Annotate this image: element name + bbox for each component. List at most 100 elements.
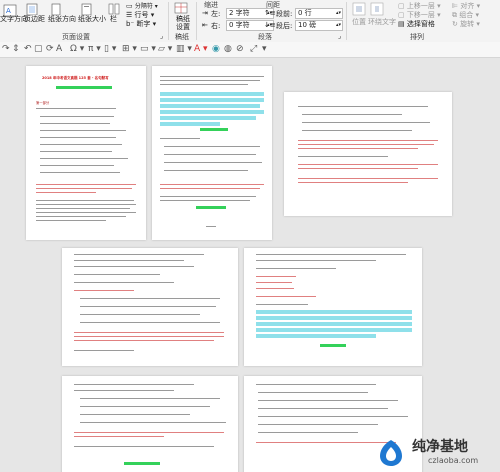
bring-forward-icon: ▢ — [398, 2, 405, 10]
section-heading: 第一部分 — [36, 101, 50, 105]
text-line — [298, 168, 418, 169]
text-line — [74, 432, 224, 433]
position-button[interactable]: 位置 — [352, 17, 366, 27]
new-document-icon[interactable]: ▢ — [34, 44, 43, 54]
text-line — [256, 288, 294, 289]
text-line — [302, 130, 412, 131]
paragraph-group-label: 段落 — [258, 33, 272, 41]
text-line — [298, 144, 434, 145]
redo-icon[interactable]: ↷ — [2, 44, 10, 54]
text-line — [302, 122, 430, 123]
text-line — [160, 200, 250, 201]
rotate-icon: ↻ — [452, 20, 458, 28]
undo-icon[interactable]: ↶ — [24, 44, 32, 54]
smartart-icon[interactable]: ◉ — [212, 44, 220, 54]
text-line — [258, 424, 378, 425]
document-canvas[interactable]: 2018 年中考语文真题 125 套 - 名句默写 第一部分 纯净基地 czla… — [0, 58, 500, 472]
text-line — [74, 260, 184, 261]
link-icon[interactable]: ⊘ — [236, 44, 244, 54]
page-setup-launcher-icon[interactable]: ⌟ — [160, 32, 163, 40]
highlight-line — [160, 92, 264, 96]
page-icon[interactable]: ▯ ▾ — [104, 44, 116, 54]
table-icon[interactable]: ⊞ ▾ — [122, 44, 137, 54]
text-line — [258, 400, 398, 401]
text-line — [40, 137, 116, 138]
text-line — [298, 140, 438, 141]
text-line — [298, 178, 438, 179]
document-page[interactable] — [244, 248, 422, 366]
text-line — [298, 156, 388, 157]
text-line — [74, 254, 204, 255]
group-icon: ⧉ — [452, 11, 457, 19]
highlight-line — [160, 104, 260, 108]
breaks-button[interactable]: ▭ 分隔符 ▾ — [126, 1, 158, 10]
wrap-text-icon — [370, 2, 384, 16]
text-line — [40, 130, 126, 131]
text-line — [80, 322, 220, 323]
text-line — [80, 298, 220, 299]
text-line — [80, 414, 190, 415]
document-page[interactable] — [62, 248, 238, 366]
text-line — [298, 182, 408, 183]
draft-settings-button[interactable]: 设置 — [176, 22, 190, 32]
text-line — [74, 390, 174, 391]
customize-icon[interactable]: ▾ — [262, 44, 267, 54]
highlight-line — [256, 328, 412, 332]
text-line — [40, 172, 120, 173]
text-line — [256, 282, 292, 283]
text-line — [36, 208, 130, 209]
align-label: 对齐 — [460, 2, 475, 10]
expand-arrows-icon[interactable]: ⤢ — [250, 44, 257, 54]
picture-icon[interactable]: ▭ ▾ — [140, 44, 156, 54]
ribbon-toolbar: A 文字方向 页边距 纸张方向 纸张大小 栏 ▭ 分隔符 ▾ ☰ 行号 ▾ b⁻… — [0, 0, 500, 43]
globe-icon[interactable]: ◍ — [224, 44, 232, 54]
space-after-field[interactable]: 10 磅 ▴▾ — [295, 20, 343, 31]
textbox-icon[interactable]: A ▾ — [194, 44, 208, 54]
selection-pane-icon: ▤ — [398, 20, 405, 28]
text-line — [36, 188, 132, 189]
highlight-line — [256, 322, 412, 326]
document-page[interactable] — [152, 66, 272, 240]
brand-logo-icon — [376, 438, 406, 468]
indent-right-value: 0 字符 — [229, 21, 250, 29]
document-page[interactable] — [284, 92, 452, 216]
selection-pane-button[interactable]: ▤ 选择窗格 — [398, 19, 435, 29]
text-line — [256, 304, 308, 305]
text-line — [298, 148, 418, 149]
text-line — [74, 274, 160, 275]
margins-button[interactable]: 页边距 — [24, 14, 45, 24]
text-line — [40, 123, 110, 124]
shape-icon[interactable]: ▱ ▾ — [158, 44, 172, 54]
paragraph-launcher-icon[interactable]: ⌟ — [338, 32, 341, 40]
text-line — [36, 216, 126, 217]
document-page[interactable]: 2018 年中考语文真题 125 套 - 名句默写 第一部分 — [26, 66, 146, 240]
bring-forward-label: 上移一层 — [406, 2, 435, 10]
letter-a-icon[interactable]: A — [56, 44, 62, 54]
text-line — [160, 84, 248, 85]
text-line — [74, 384, 194, 385]
document-page[interactable] — [62, 376, 238, 472]
expand-icon[interactable]: ⇕ — [12, 44, 20, 54]
orientation-button[interactable]: 纸张方向 — [48, 14, 76, 24]
hyphenation-button[interactable]: b⁻ 断字 ▾ — [126, 19, 156, 29]
rotate-button[interactable]: ↻ 旋转 ▾ — [452, 19, 480, 29]
highlight-line — [256, 310, 412, 314]
refresh-icon[interactable]: ⟳ — [46, 44, 54, 54]
highlight-line — [256, 334, 376, 338]
highlight-line — [160, 110, 264, 114]
columns-button[interactable]: 栏 — [110, 14, 117, 24]
text-line — [40, 144, 122, 145]
pi-icon[interactable]: π ▾ — [88, 44, 101, 54]
space-after-label: 段后: — [276, 22, 293, 30]
space-before-field[interactable]: 0 行 ▴▾ — [295, 8, 343, 19]
text-line — [74, 282, 174, 283]
text-line — [160, 80, 260, 81]
text-line — [80, 398, 220, 399]
text-line — [258, 408, 388, 409]
chart-icon[interactable]: ▥ ▾ — [176, 44, 192, 54]
omega-icon[interactable]: Ω ▾ — [70, 44, 84, 54]
highlight-line — [124, 462, 160, 465]
size-button[interactable]: 纸张大小 — [78, 14, 106, 24]
rotate-label: 旋转 — [460, 20, 475, 28]
wrap-text-button[interactable]: 环绕文字 — [368, 17, 396, 27]
